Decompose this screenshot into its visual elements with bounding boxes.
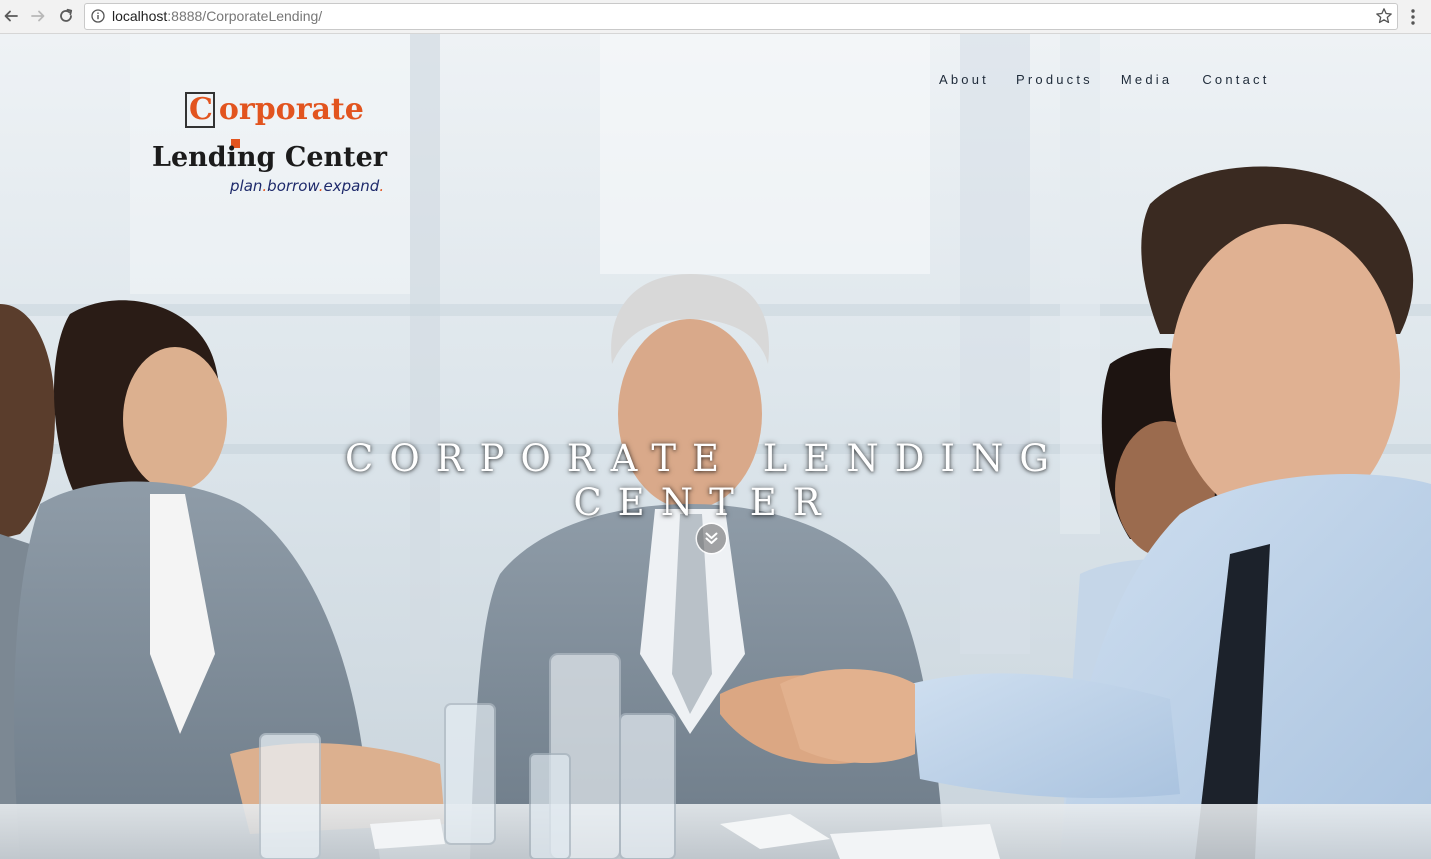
reload-button[interactable] — [55, 5, 77, 27]
site-logo[interactable]: Corporate Lending Center plan.borrow.exp… — [150, 90, 400, 202]
logo-initial: C — [189, 92, 213, 127]
reload-icon — [60, 8, 73, 22]
logo-tagline: plan.borrow.expand. — [230, 177, 384, 195]
star-icon[interactable] — [1375, 7, 1393, 25]
main-nav: About Products Media Contact — [939, 72, 1270, 87]
browser-toolbar: localhost:8888/CorporateLending/ — [0, 0, 1431, 34]
back-button[interactable] — [0, 5, 22, 27]
url-host: localhost — [112, 8, 168, 24]
address-bar[interactable]: localhost:8888/CorporateLending/ — [84, 3, 1398, 30]
tagline-borrow: borrow — [267, 177, 319, 195]
logo-line-lending-center: Lending Center — [152, 142, 388, 173]
tagline-dot: . — [379, 177, 385, 195]
logo-line1-rest: orporate — [218, 92, 364, 127]
info-icon[interactable] — [91, 9, 105, 23]
double-chevron-down-icon — [705, 532, 718, 544]
forward-button[interactable] — [27, 5, 49, 27]
hero-title: CORPORATE LENDING CENTER — [330, 437, 1080, 525]
nav-link-products[interactable]: Products — [1016, 72, 1093, 87]
nav-link-about[interactable]: About — [939, 72, 989, 87]
hero-title-line2: CENTER — [573, 481, 837, 524]
nav-link-media[interactable]: Media — [1121, 72, 1172, 87]
nav-link-contact[interactable]: Contact — [1202, 72, 1269, 87]
arrow-right-icon — [31, 10, 45, 22]
logo-line-corporate: Corporate — [185, 90, 364, 130]
more-vertical-icon[interactable] — [1406, 7, 1420, 27]
tagline-plan: plan — [230, 177, 263, 195]
url-text[interactable]: localhost:8888/CorporateLending/ — [112, 8, 322, 24]
hero-section: Corporate Lending Center plan.borrow.exp… — [0, 34, 1431, 859]
tagline-expand: expand — [323, 177, 380, 195]
url-path: :8888/CorporateLending/ — [167, 8, 323, 24]
scroll-down-button[interactable] — [697, 524, 726, 553]
hero-title-line1: CORPORATE LENDING — [345, 437, 1065, 480]
arrow-left-icon — [4, 10, 18, 22]
